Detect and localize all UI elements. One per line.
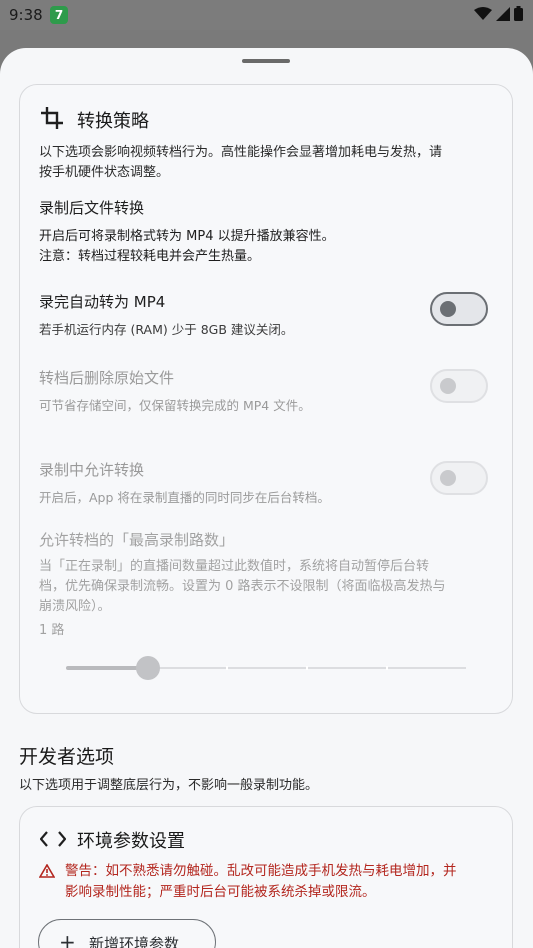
switch-knob — [440, 470, 456, 486]
switch-knob — [440, 301, 456, 317]
description-line: 以下选项会影响视频转档行为。高性能操作会显著增加耗电与发热，请 — [39, 145, 443, 160]
slider-tick — [386, 666, 388, 670]
description-line: 按手机硬件状态调整。 — [39, 165, 170, 180]
option-subtitle: 可节省存储空间，仅保留转换完成的 MP4 文件。 — [39, 398, 311, 413]
add-button-label: 新增环境参数 — [89, 935, 180, 948]
developer-section-description: 以下选项用于调整底层行为，不影响一般录制功能。 — [19, 778, 319, 793]
option-title: 录制中允许转换 — [39, 461, 145, 479]
post-record-heading: 录制后文件转换 — [39, 199, 145, 217]
warning-text: 警告：如不熟悉请勿触碰。乱改可能造成手机发热与耗电增加，并 影响录制性能；严重时… — [65, 861, 505, 903]
slider-tick — [226, 666, 228, 670]
status-icons — [474, 6, 523, 21]
developer-section-title: 开发者选项 — [19, 746, 115, 768]
option-title: 转档后删除原始文件 — [39, 369, 175, 387]
description-line: 当「正在录制」的直播间数量超过此数值时，系统将自动暂停后台转 — [39, 559, 430, 574]
signal-icon — [496, 6, 510, 21]
warning-line: 警告：如不熟悉请勿触碰。乱改可能造成手机发热与耗电增加，并 — [65, 863, 457, 879]
crop-icon — [41, 107, 63, 129]
switch-knob — [440, 378, 456, 394]
wifi-icon — [474, 6, 492, 20]
description-line: 崩溃风险）。 — [39, 599, 111, 614]
note-line: 开启后可将录制格式转为 MP4 以提升播放兼容性。 — [39, 229, 335, 244]
status-bar: 9:38 7 — [0, 0, 533, 30]
max-limit-description: 当「正在录制」的直播间数量超过此数值时，系统将自动暂停后台转 档，优先确保录制流… — [39, 557, 509, 617]
code-icon — [40, 831, 66, 847]
warning-line: 影响录制性能；严重时后台可能被系统杀掉或限流。 — [65, 884, 376, 900]
status-time: 9:38 — [9, 6, 43, 24]
slider-value-label: 1 路 — [39, 623, 65, 638]
notification-badge: 7 — [50, 6, 68, 24]
battery-icon — [514, 6, 523, 21]
option-convert-while-recording[interactable]: 录制中允许转换 开启后，App 将在录制直播的同时同步在后台转档。 — [20, 449, 514, 509]
card-title: 转换策略 — [77, 111, 149, 132]
auto-convert-switch[interactable] — [430, 292, 488, 326]
option-delete-original[interactable]: 转档后删除原始文件 可节省存储空间，仅保留转换完成的 MP4 文件。 — [20, 357, 514, 417]
option-title: 录完自动转为 MP4 — [39, 293, 166, 311]
add-env-param-button[interactable]: + 新增环境参数 — [38, 919, 216, 948]
warning-icon — [39, 864, 55, 878]
card-title: 环境参数设置 — [77, 831, 185, 852]
drag-handle[interactable] — [242, 59, 290, 63]
post-record-note: 开启后可将录制格式转为 MP4 以提升播放兼容性。 注意：转档过程较耗电并会产生… — [39, 227, 499, 267]
bottom-sheet: 转换策略 以下选项会影响视频转档行为。高性能操作会显著增加耗电与发热，请 按手机… — [0, 48, 533, 948]
slider-thumb[interactable] — [136, 656, 160, 680]
card-description: 以下选项会影响视频转档行为。高性能操作会显著增加耗电与发热，请 按手机硬件状态调… — [39, 143, 499, 183]
note-line: 注意：转档过程较耗电并会产生热量。 — [39, 249, 261, 264]
slider-tick — [306, 666, 308, 670]
conversion-strategy-card: 转换策略 以下选项会影响视频转档行为。高性能操作会显著增加耗电与发热，请 按手机… — [19, 84, 513, 714]
delete-original-switch[interactable] — [430, 369, 488, 403]
env-params-card: 环境参数设置 警告：如不熟悉请勿触碰。乱改可能造成手机发热与耗电增加，并 影响录… — [19, 806, 513, 948]
description-line: 档，优先确保录制流畅。设置为 0 路表示不设限制（将面临极高发热与 — [39, 579, 446, 594]
option-subtitle: 若手机运行内存 (RAM) 少于 8GB 建议关闭。 — [39, 322, 294, 337]
option-subtitle: 开启后，App 将在录制直播的同时同步在后台转档。 — [39, 490, 330, 505]
max-limit-heading: 允许转档的「最高录制路数」 — [39, 531, 235, 549]
option-auto-convert[interactable]: 录完自动转为 MP4 若手机运行内存 (RAM) 少于 8GB 建议关闭。 — [20, 281, 514, 341]
plus-icon: + — [59, 930, 76, 948]
convert-while-recording-switch[interactable] — [430, 461, 488, 495]
